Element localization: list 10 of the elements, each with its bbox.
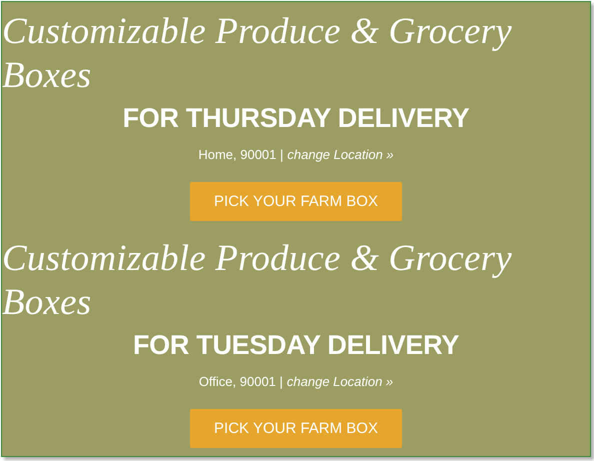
location-text: Office, 90001 | bbox=[198, 373, 283, 391]
change-location-link[interactable]: change Location » bbox=[286, 373, 394, 391]
change-location-link[interactable]: change Location » bbox=[287, 146, 394, 164]
location-text: Home, 90001 | bbox=[198, 146, 284, 164]
pick-farm-box-button[interactable]: PICK YOUR FARM BOX bbox=[190, 409, 402, 448]
pick-farm-box-button[interactable]: PICK YOUR FARM BOX bbox=[190, 182, 402, 221]
delivery-headline: FOR TUESDAY DELIVERY bbox=[132, 329, 460, 362]
script-title: Customizable Produce & Grocery Boxes bbox=[2, 10, 513, 98]
script-title: Customizable Produce & Grocery Boxes bbox=[2, 237, 513, 325]
delivery-headline: FOR THURSDAY DELIVERY bbox=[122, 102, 470, 135]
